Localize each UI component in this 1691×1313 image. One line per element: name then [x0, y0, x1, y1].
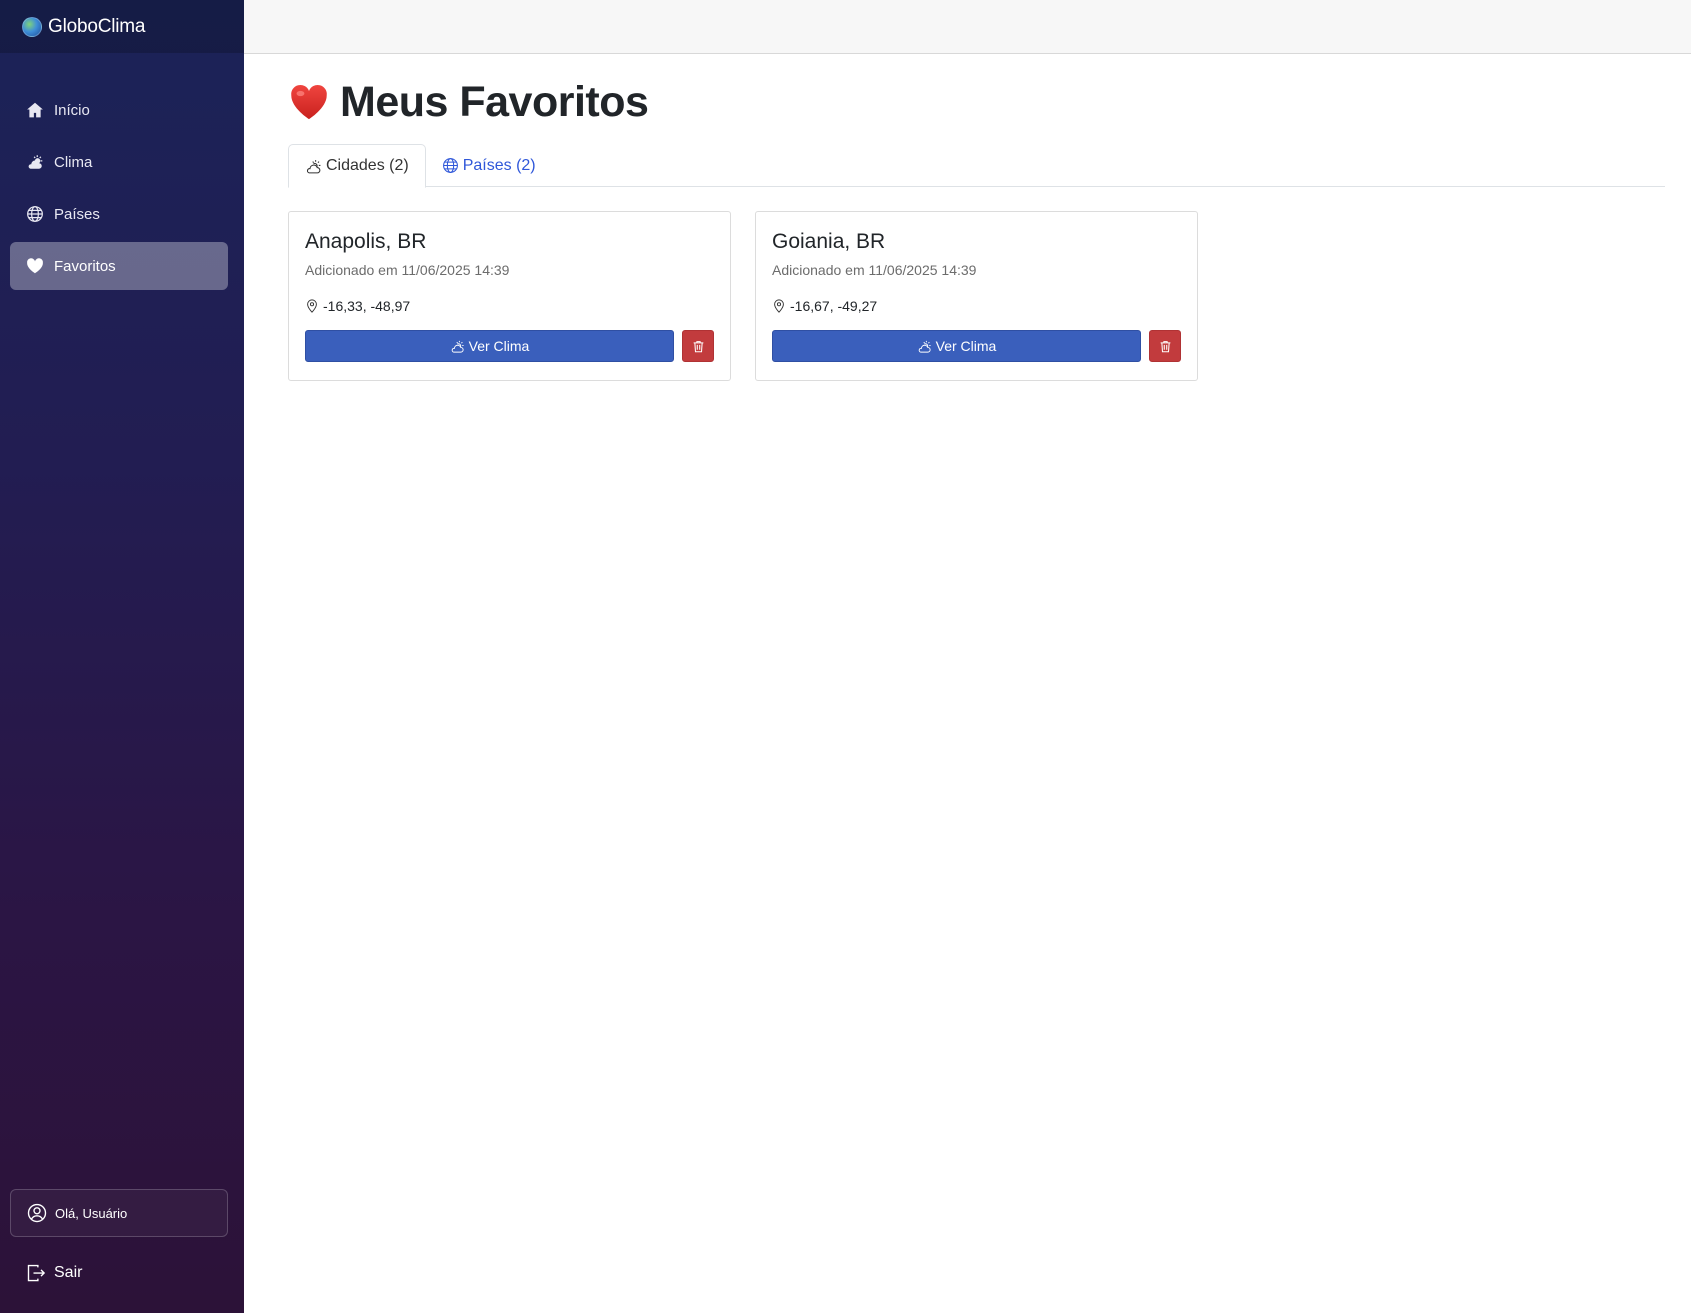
trash-icon: [1160, 340, 1170, 352]
view-weather-button[interactable]: Ver Clima: [772, 330, 1141, 362]
sidebar-item-label: Clima: [54, 153, 93, 171]
city-name: Goiania, BR: [772, 230, 886, 253]
logout-label: Sair: [54, 1264, 83, 1281]
sidebar-item-paises[interactable]: Países: [10, 190, 228, 238]
coordinates: -16,67, -49,27: [772, 298, 1181, 314]
delete-favorite-button[interactable]: [682, 330, 714, 362]
globe-icon: [442, 158, 458, 173]
favorite-city-card: Goiania, BR Adicionado em 11/06/2025 14:…: [755, 211, 1198, 381]
heart-icon: [26, 257, 44, 275]
logout-icon: [27, 1264, 46, 1282]
page-title-text: Meus Favoritos: [340, 77, 649, 126]
favorites-tabs: Cidades (2) Países (2): [288, 144, 1665, 188]
sidebar-item-clima[interactable]: Clima: [10, 138, 228, 186]
sidebar-nav: Início Clima Países Favoritos: [10, 86, 228, 294]
cloud-sun-icon: [918, 340, 931, 353]
view-weather-label: Ver Clima: [468, 338, 530, 354]
globe-icon: [26, 205, 44, 223]
cloud-sun-icon: [451, 340, 464, 353]
tab-cidades[interactable]: Cidades (2): [288, 144, 426, 188]
view-weather-button[interactable]: Ver Clima: [305, 330, 674, 362]
globe-logo-icon: [22, 16, 42, 37]
coordinates-value: -16,67, -49,27: [790, 298, 878, 314]
tab-paises[interactable]: Países (2): [426, 144, 552, 187]
sidebar-item-label: Início: [54, 101, 90, 119]
top-bar: [244, 0, 1691, 54]
user-greeting-label: Olá, Usuário: [55, 1205, 128, 1221]
page-title: Meus Favoritos: [288, 74, 1665, 130]
view-weather-label: Ver Clima: [935, 338, 997, 354]
favorite-city-card: Anapolis, BR Adicionado em 11/06/2025 14…: [288, 211, 731, 381]
cloud-sun-icon: [306, 159, 321, 173]
brand[interactable]: GloboClima: [0, 0, 244, 53]
home-icon: [26, 101, 44, 119]
logout-button[interactable]: Sair: [26, 1258, 82, 1288]
cloud-sun-icon: [26, 153, 44, 171]
map-pin-icon: [774, 299, 784, 313]
sidebar-item-label: Países: [54, 205, 100, 223]
sidebar-item-label: Favoritos: [54, 257, 116, 275]
sidebar: GloboClima Início Clima Países Favoritos: [0, 0, 244, 1313]
city-name: Anapolis, BR: [305, 230, 427, 253]
red-heart-icon: [291, 84, 327, 120]
sidebar-item-inicio[interactable]: Início: [10, 86, 228, 134]
favorites-list: Anapolis, BR Adicionado em 11/06/2025 14…: [288, 211, 1665, 381]
coordinates-value: -16,33, -48,97: [323, 298, 411, 314]
main-content: Meus Favoritos Cidades (2) Países (2) An…: [288, 54, 1665, 381]
tab-label: Cidades (2): [326, 157, 409, 174]
added-date: Adicionado em 11/06/2025 14:39: [772, 262, 977, 278]
card-actions: Ver Clima: [772, 330, 1181, 362]
card-actions: Ver Clima: [305, 330, 714, 362]
added-date: Adicionado em 11/06/2025 14:39: [305, 262, 510, 278]
coordinates: -16,33, -48,97: [305, 298, 714, 314]
user-greeting[interactable]: Olá, Usuário: [10, 1189, 228, 1237]
tab-label: Países (2): [462, 156, 536, 174]
delete-favorite-button[interactable]: [1149, 330, 1181, 362]
sidebar-item-favoritos[interactable]: Favoritos: [10, 242, 228, 290]
trash-icon: [693, 340, 703, 352]
user-circle-icon: [27, 1203, 47, 1223]
brand-name: GloboClima: [48, 15, 146, 37]
map-pin-icon: [307, 299, 317, 313]
